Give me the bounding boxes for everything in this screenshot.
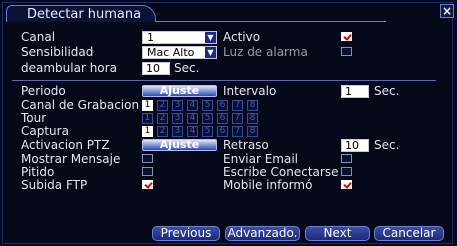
deambular-input[interactable]: 10 [142, 62, 170, 75]
channel-8-toggle[interactable]: 8 [247, 100, 258, 111]
pitido-checkbox[interactable] [142, 167, 153, 176]
channel-3-toggle[interactable]: 3 [172, 113, 183, 124]
channel-1-toggle[interactable]: 1 [142, 100, 153, 111]
activo-checkbox[interactable] [341, 32, 352, 41]
periodo-label: Periodo [21, 84, 66, 98]
channel-3-toggle[interactable]: 3 [172, 126, 183, 137]
escribe-label: Escribe Conectarse [223, 165, 339, 179]
subida-ftp-label: Subida FTP [21, 178, 88, 192]
luz-alarma-checkbox[interactable] [341, 47, 352, 56]
intervalo-input[interactable]: 1 [341, 85, 369, 98]
escribe-checkbox[interactable] [341, 167, 352, 176]
mobile-checkbox[interactable] [341, 180, 352, 189]
channel-5-toggle[interactable]: 5 [202, 100, 213, 111]
retraso-input[interactable]: 10 [341, 139, 369, 152]
mostrar-mensaje-label: Mostrar Mensaje [21, 152, 121, 166]
channel-4-toggle[interactable]: 4 [187, 100, 198, 111]
title-bar: Detectar humana [6, 5, 444, 22]
channel-4-toggle[interactable]: 4 [187, 126, 198, 137]
intervalo-label: Intervalo [223, 84, 277, 98]
captura-label: Captura [21, 124, 69, 138]
intervalo-unit: Sec. [374, 84, 400, 98]
channel-7-toggle[interactable]: 7 [232, 113, 243, 124]
canal-select[interactable]: 1 ▼ [142, 31, 217, 44]
chevron-down-icon[interactable]: ▼ [205, 47, 216, 58]
channel-5-toggle[interactable]: 5 [202, 126, 213, 137]
subida-ftp-checkbox[interactable] [142, 180, 153, 189]
chevron-down-icon[interactable]: ▼ [205, 32, 216, 43]
ptz-ajuste-button[interactable]: Ajuste [142, 139, 217, 151]
tour-label: Tour [21, 111, 47, 125]
enviar-email-label: Enviar Email [223, 152, 299, 166]
channel-2-toggle[interactable]: 2 [157, 100, 168, 111]
sensibilidad-value: Mac Alto [147, 46, 195, 59]
close-icon[interactable]: × [440, 4, 454, 18]
canal-grabacion-label: Canal de Grabacion [21, 98, 140, 112]
channel-7-toggle[interactable]: 7 [232, 126, 243, 137]
luz-alarma-label: Luz de alarma [223, 45, 308, 59]
sensibilidad-select[interactable]: Mac Alto ▼ [142, 46, 217, 59]
periodo-ajuste-button[interactable]: Ajuste [142, 85, 217, 97]
channel-1-toggle[interactable]: 1 [142, 113, 153, 124]
title-line [156, 21, 386, 22]
channel-8-toggle[interactable]: 8 [247, 126, 258, 137]
retraso-unit: Sec. [374, 138, 400, 152]
canal-value: 1 [147, 31, 154, 44]
channel-8-toggle[interactable]: 8 [247, 113, 258, 124]
ptz-label: Activacion PTZ [21, 138, 110, 152]
title-tab: Detectar humana [6, 5, 156, 22]
pitido-label: Pitido [21, 165, 55, 179]
next-button[interactable]: Next [305, 226, 370, 241]
channel-3-toggle[interactable]: 3 [172, 100, 183, 111]
channel-2-toggle[interactable]: 2 [157, 113, 168, 124]
channel-6-toggle[interactable]: 6 [217, 126, 228, 137]
channel-7-toggle[interactable]: 7 [232, 100, 243, 111]
previous-button[interactable]: Previous [152, 226, 220, 241]
channel-6-toggle[interactable]: 6 [217, 100, 228, 111]
cancel-button[interactable]: Cancelar [374, 226, 444, 241]
advanced-button[interactable]: Advanzado. [225, 226, 300, 241]
mostrar-mensaje-checkbox[interactable] [142, 154, 153, 163]
retraso-label: Retraso [223, 138, 269, 152]
channel-2-toggle[interactable]: 2 [157, 126, 168, 137]
channel-1-toggle[interactable]: 1 [142, 126, 153, 137]
enviar-email-checkbox[interactable] [341, 154, 352, 163]
activo-label: Activo [223, 30, 261, 44]
section-divider [12, 80, 436, 81]
deambular-label: deambular hora [21, 61, 117, 75]
dialog-window: Detectar humana × Canal 1 ▼ Activo Sensi… [0, 0, 457, 246]
mobile-label: Mobile informó [223, 178, 313, 192]
channel-5-toggle[interactable]: 5 [202, 113, 213, 124]
sensibilidad-label: Sensibilidad [21, 45, 94, 59]
window-title: Detectar humana [27, 7, 142, 22]
channel-4-toggle[interactable]: 4 [187, 113, 198, 124]
channel-6-toggle[interactable]: 6 [217, 113, 228, 124]
deambular-unit: Sec. [174, 61, 200, 75]
canal-label: Canal [21, 30, 56, 44]
